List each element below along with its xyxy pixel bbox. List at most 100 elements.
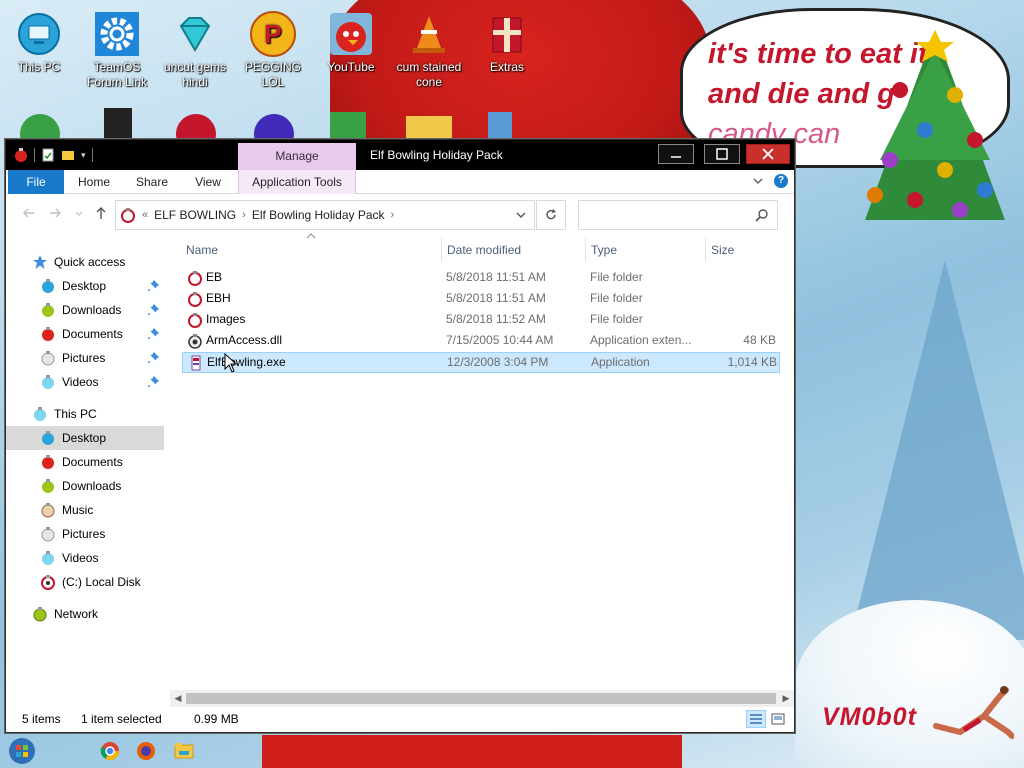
ornament-disk-icon xyxy=(41,575,55,590)
column-header-size[interactable]: Size xyxy=(711,238,775,262)
desktop-icon-cone[interactable]: cum stained cone xyxy=(390,10,468,90)
nav-network[interactable]: Network xyxy=(6,602,164,626)
properties-icon[interactable] xyxy=(41,148,55,162)
nav-quick-downloads[interactable]: Downloads xyxy=(6,298,164,322)
file-row[interactable]: EB 5/8/2018 11:51 AM File folder xyxy=(182,268,780,289)
nav-quick-access[interactable]: Quick access xyxy=(6,250,164,274)
file-name: Images xyxy=(206,312,246,326)
customize-qat-icon[interactable]: ▾ xyxy=(81,150,86,161)
recent-locations-button[interactable] xyxy=(70,206,88,224)
desktop-icon-uncut-gems[interactable]: uncut gems hindi xyxy=(156,10,234,90)
taskbar-firefox[interactable] xyxy=(132,737,160,765)
help-icon[interactable]: ? xyxy=(774,174,788,188)
title-bar[interactable]: ▾ Manage Elf Bowling Holiday Pack xyxy=(6,140,794,170)
column-separator[interactable] xyxy=(585,238,586,262)
csharp-icon[interactable] xyxy=(326,108,374,138)
ball-icon[interactable] xyxy=(250,108,298,138)
close-button[interactable] xyxy=(746,144,790,164)
back-button[interactable] xyxy=(20,206,38,224)
pin-icon[interactable] xyxy=(146,375,160,389)
column-header-name[interactable]: Name xyxy=(186,238,440,262)
nav-pc-desktop[interactable]: Desktop xyxy=(6,426,164,450)
up-button[interactable] xyxy=(92,206,110,224)
column-separator[interactable] xyxy=(441,238,442,262)
ornament-app-icon[interactable] xyxy=(14,148,28,162)
nav-quick-videos[interactable]: Videos xyxy=(6,370,164,394)
refresh-button[interactable] xyxy=(536,200,566,230)
details-view-button[interactable] xyxy=(746,710,766,728)
chevron-down-icon xyxy=(75,211,83,216)
nav-this-pc[interactable]: This PC xyxy=(6,402,164,426)
chrome-icon xyxy=(100,742,119,761)
python-icon[interactable] xyxy=(482,108,530,138)
new-folder-icon[interactable] xyxy=(61,148,75,162)
nav-pc-music[interactable]: Music xyxy=(6,498,164,522)
file-row[interactable]: EBH 5/8/2018 11:51 AM File folder xyxy=(182,289,780,310)
breadcrumb-chevron-icon[interactable]: › xyxy=(242,209,246,221)
taskbar-chrome[interactable] xyxy=(96,737,124,765)
file-list: Name Date modified Type Size EB 5/8/2018… xyxy=(182,233,786,693)
breadcrumb-elf-bowling[interactable]: ELF BOWLING xyxy=(154,208,236,222)
breadcrumb-holiday-pack[interactable]: Elf Bowling Holiday Pack xyxy=(252,208,385,222)
nav-pc-documents[interactable]: Documents xyxy=(6,450,164,474)
windows-logo-icon xyxy=(9,738,35,764)
hex-editor-icon[interactable] xyxy=(406,108,454,138)
scroll-right-button[interactable]: ▶ xyxy=(778,690,794,707)
nav-quick-desktop[interactable]: Desktop xyxy=(6,274,164,298)
tab-application-tools[interactable]: Application Tools xyxy=(238,170,356,194)
pin-icon[interactable] xyxy=(146,351,160,365)
start-button[interactable] xyxy=(8,737,36,765)
pin-icon[interactable] xyxy=(146,303,160,317)
wallpaper-signature: VM0b0t xyxy=(822,703,917,731)
address-bar[interactable]: « ELF BOWLING › Elf Bowling Holiday Pack… xyxy=(115,200,535,230)
desktop-icon-youtube[interactable]: YouTube xyxy=(312,10,390,75)
expand-ribbon-icon[interactable] xyxy=(752,175,764,187)
search-input[interactable] xyxy=(578,200,778,230)
desktop-icon-this-pc[interactable]: This PC xyxy=(0,10,78,75)
question-icon[interactable] xyxy=(172,108,220,138)
column-header-date[interactable]: Date modified xyxy=(447,238,583,262)
address-dropdown-button[interactable] xyxy=(508,201,534,229)
scroll-left-button[interactable]: ◀ xyxy=(170,690,186,707)
ornament-icon[interactable] xyxy=(16,108,64,138)
tab-share[interactable]: Share xyxy=(126,170,178,194)
tab-manage[interactable]: Manage xyxy=(238,143,356,170)
nav-pc-downloads[interactable]: Downloads xyxy=(6,474,164,498)
forward-button[interactable] xyxy=(46,206,64,224)
nav-pc-videos[interactable]: Videos xyxy=(6,546,164,570)
taskbar-file-explorer[interactable] xyxy=(170,737,198,765)
file-row[interactable]: ArmAccess.dll 7/15/2005 10:44 AM Applica… xyxy=(182,331,780,352)
tab-view[interactable]: View xyxy=(182,170,234,194)
nav-quick-documents[interactable]: Documents xyxy=(6,322,164,346)
pin-icon[interactable] xyxy=(146,327,160,341)
book-icon[interactable] xyxy=(100,108,148,138)
nav-label: Documents xyxy=(62,327,123,341)
nav-pc-pictures[interactable]: Pictures xyxy=(6,522,164,546)
close-icon xyxy=(762,148,774,160)
tab-file[interactable]: File xyxy=(8,170,64,194)
desktop-icon-extras[interactable]: Extras xyxy=(468,10,546,75)
horizontal-scrollbar[interactable]: ◀ ▶ xyxy=(170,690,794,707)
pin-icon[interactable] xyxy=(146,279,160,293)
nav-pc-local-disk[interactable]: (C:) Local Disk xyxy=(6,570,164,594)
desktop-icon-teamos[interactable]: TeamOS Forum Link xyxy=(78,10,156,90)
breadcrumb-overflow[interactable]: « xyxy=(142,209,148,221)
this-pc-icon xyxy=(15,10,63,58)
arrow-up-icon xyxy=(96,207,106,219)
tab-home[interactable]: Home xyxy=(68,170,120,194)
maximize-button[interactable] xyxy=(704,144,740,164)
large-icons-view-button[interactable] xyxy=(768,710,788,728)
file-size xyxy=(706,289,776,308)
breadcrumb-chevron-icon[interactable]: › xyxy=(391,209,395,221)
minimize-button[interactable] xyxy=(658,144,694,164)
nav-quick-pictures[interactable]: Pictures xyxy=(6,346,164,370)
desktop-icon-pegging[interactable]: P PEGGING LOL xyxy=(234,10,312,90)
nav-label: Quick access xyxy=(54,255,126,269)
column-separator[interactable] xyxy=(705,238,706,262)
refresh-icon xyxy=(546,209,556,220)
file-row[interactable]: Images 5/8/2018 11:52 AM File folder xyxy=(182,310,780,331)
file-row-selected[interactable]: ElfBowling.exe 12/3/2008 3:04 PM Applica… xyxy=(182,352,780,373)
column-header-type[interactable]: Type xyxy=(591,238,703,262)
file-type: File folder xyxy=(590,270,643,284)
scrollbar-thumb[interactable] xyxy=(186,693,776,704)
